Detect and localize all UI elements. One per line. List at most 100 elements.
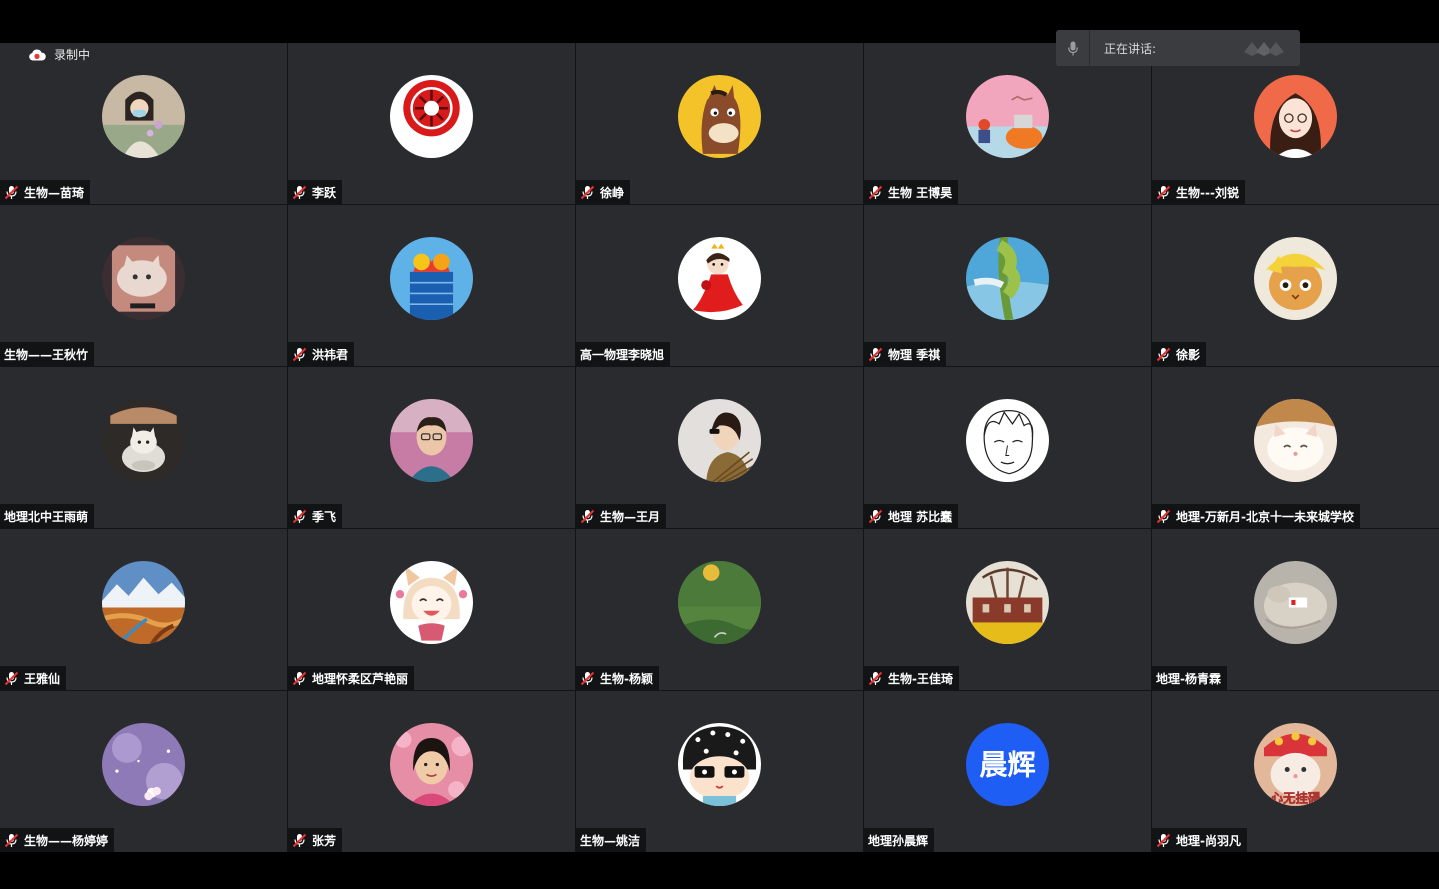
recording-label: 录制中 (54, 48, 91, 62)
participant-nameplate: 物理 季祺 (864, 342, 947, 366)
muted-mic-icon (1156, 185, 1171, 200)
participant-tile[interactable]: 地理-杨青霖 (1152, 529, 1439, 690)
participant-tile[interactable]: 生物-杨颖 (576, 529, 863, 690)
participant-nameplate: 地理-万新月-北京十一未来城学校 (1152, 504, 1360, 528)
muted-mic-icon (4, 671, 19, 686)
participant-tile[interactable]: 物理 季祺 (864, 205, 1151, 366)
participant-tile[interactable]: 生物—姚洁 (576, 691, 863, 852)
muted-mic-icon (292, 833, 307, 848)
participant-avatar (677, 723, 761, 806)
participant-tile[interactable]: 徐峥 (576, 43, 863, 204)
participant-avatar (1253, 399, 1337, 482)
participant-nameplate: 张芳 (288, 828, 343, 852)
participant-tile[interactable]: 高一物理李晓旭 (576, 205, 863, 366)
participant-name: 生物 王博昊 (888, 185, 953, 200)
participant-name: 地理孙晨辉 (868, 833, 929, 848)
participant-tile[interactable]: 生物——杨婷婷 (0, 691, 287, 852)
participant-avatar (389, 561, 473, 644)
muted-mic-icon (1156, 347, 1171, 362)
participant-tile[interactable]: 生物---刘锐 (1152, 43, 1439, 204)
participant-avatar (1253, 75, 1337, 158)
participant-tile[interactable]: 生物—苗琦 (0, 43, 287, 204)
participant-avatar (677, 561, 761, 644)
cat-in-cup-image (101, 399, 185, 482)
participant-name: 生物---刘锐 (1176, 185, 1239, 200)
participant-tile[interactable]: 生物——王秋竹 (0, 205, 287, 366)
participant-name: 生物-杨颖 (600, 671, 653, 686)
participant-nameplate: 生物——杨婷婷 (0, 828, 115, 852)
participant-name: 李跃 (312, 185, 337, 200)
muted-mic-icon (292, 671, 307, 686)
participant-tile[interactable]: 张芳 (288, 691, 575, 852)
participant-tile[interactable]: 季飞 (288, 367, 575, 528)
participant-avatar (965, 561, 1049, 644)
participant-tile[interactable]: 生物—王月 (576, 367, 863, 528)
green-plant-image (965, 237, 1049, 320)
man-flowers-image (389, 399, 473, 482)
participant-nameplate: 生物-王佳琦 (864, 666, 959, 690)
participant-nameplate: 王雅仙 (0, 666, 67, 690)
participant-nameplate: 地理孙晨辉 (864, 828, 935, 852)
participant-nameplate: 生物-杨颖 (576, 666, 659, 690)
participant-tile[interactable]: 地理怀柔区芦艳丽 (288, 529, 575, 690)
cartoon-horse-image (677, 75, 761, 158)
pink-landscape-image (965, 75, 1049, 158)
muted-mic-icon (292, 509, 307, 524)
participant-tile[interactable]: 地理-万新月-北京十一未来城学校 (1152, 367, 1439, 528)
speaking-label: 正在讲话: (1104, 41, 1157, 56)
participant-tile[interactable]: 生物 王博昊 (864, 43, 1151, 204)
recording-indicator: 录制中 (28, 46, 90, 63)
muted-mic-icon (868, 509, 883, 524)
participant-name: 高一物理李晓旭 (580, 347, 665, 362)
participant-avatar (389, 237, 473, 320)
participant-name: 洪祎君 (312, 347, 349, 362)
muted-mic-icon (1156, 833, 1171, 848)
illustrated-girl-image (1253, 75, 1337, 158)
participant-tile[interactable]: 徐影 (1152, 205, 1439, 366)
participant-nameplate: 地理-杨青霖 (1152, 666, 1227, 690)
participant-tile[interactable]: 李跃 (288, 43, 575, 204)
cat-photo-image (101, 237, 185, 320)
participant-name: 王雅仙 (24, 671, 61, 686)
participant-tile[interactable]: 晨辉 地理孙晨辉 (864, 691, 1151, 852)
participant-tile[interactable]: 心无挂碍地理-尚羽凡 (1152, 691, 1439, 852)
participant-tile[interactable]: 王雅仙 (0, 529, 287, 690)
watermark-logo-icon (1244, 42, 1284, 56)
participant-nameplate: 徐影 (1152, 342, 1207, 366)
participant-avatar (389, 75, 473, 158)
participant-name: 地理北中王雨萌 (4, 509, 89, 524)
participant-tile[interactable]: 生物-王佳琦 (864, 529, 1151, 690)
plush-toy-image (1253, 561, 1337, 644)
muted-mic-icon (292, 347, 307, 362)
participant-tile[interactable]: 洪祎君 (288, 205, 575, 366)
photo-girl-mask-image (101, 75, 185, 158)
participant-avatar (677, 237, 761, 320)
participant-name: 地理-尚羽凡 (1176, 833, 1241, 848)
avatar-caption: 心无挂碍 (1270, 791, 1320, 806)
participant-nameplate: 高一物理李晓旭 (576, 342, 671, 366)
participant-avatar (101, 75, 185, 158)
cloud-record-icon (29, 48, 46, 60)
participant-name: 生物——杨婷婷 (24, 833, 109, 848)
blue-building-image (389, 237, 473, 320)
green-moon-image (677, 561, 761, 644)
muted-mic-icon (292, 185, 307, 200)
participant-avatar: 心无挂碍 (1253, 723, 1337, 806)
purple-blossom-image (101, 723, 185, 806)
speaking-indicator: 正在讲话: (1056, 30, 1300, 66)
participant-avatar (1253, 561, 1337, 644)
participant-nameplate: 生物 王博昊 (864, 180, 959, 204)
participant-name: 生物—王月 (600, 509, 661, 524)
participant-tile[interactable]: 地理北中王雨萌 (0, 367, 287, 528)
participant-nameplate: 洪祎君 (288, 342, 355, 366)
participant-tile[interactable]: 地理 苏比蠢 (864, 367, 1151, 528)
participant-avatar (677, 399, 761, 482)
participant-nameplate: 地理-尚羽凡 (1152, 828, 1247, 852)
participant-name: 物理 季祺 (888, 347, 941, 362)
microphone-icon (1056, 30, 1090, 66)
participant-avatar (101, 723, 185, 806)
muted-mic-icon (868, 671, 883, 686)
participant-avatar (677, 75, 761, 158)
participant-avatar (101, 399, 185, 482)
participant-avatar (1253, 237, 1337, 320)
